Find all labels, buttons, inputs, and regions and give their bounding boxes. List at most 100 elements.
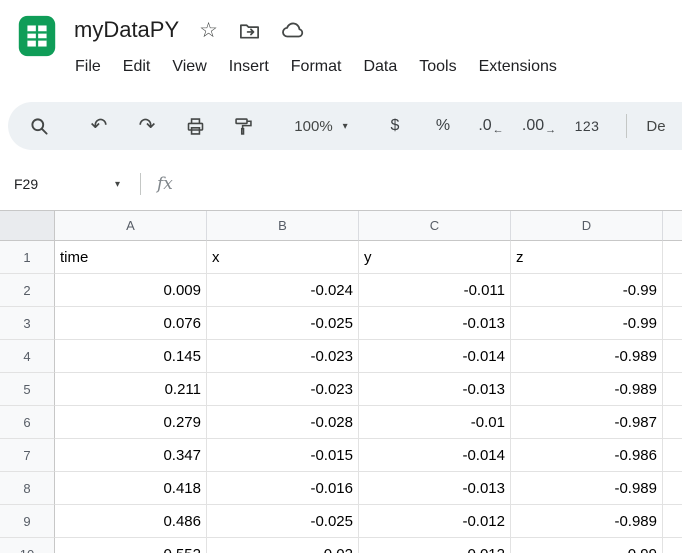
search-icon[interactable] bbox=[20, 108, 58, 144]
cell-c5[interactable]: -0.013 bbox=[359, 373, 511, 406]
cell-c9[interactable]: -0.012 bbox=[359, 505, 511, 538]
cell-a7[interactable]: 0.347 bbox=[55, 439, 207, 472]
cell-c7[interactable]: -0.014 bbox=[359, 439, 511, 472]
print-icon[interactable] bbox=[176, 108, 214, 144]
row-header[interactable]: 9 bbox=[0, 505, 55, 538]
zoom-select[interactable]: 100% ▾ bbox=[282, 108, 360, 144]
cell-d5[interactable]: -0.989 bbox=[511, 373, 663, 406]
row-header[interactable]: 5 bbox=[0, 373, 55, 406]
cell-a1[interactable]: time bbox=[55, 241, 207, 274]
menu-file[interactable]: File bbox=[64, 54, 112, 80]
font-select[interactable]: De bbox=[637, 108, 675, 144]
row-header[interactable]: 6 bbox=[0, 406, 55, 439]
column-header-d[interactable]: D bbox=[511, 211, 663, 241]
format-percent-button[interactable]: % bbox=[424, 108, 462, 144]
menu-data[interactable]: Data bbox=[352, 54, 408, 80]
cell-c8[interactable]: -0.013 bbox=[359, 472, 511, 505]
cell-b6[interactable]: -0.028 bbox=[207, 406, 359, 439]
cell-e8[interactable] bbox=[663, 472, 682, 505]
cloud-saved-icon[interactable] bbox=[281, 18, 305, 42]
cell-d6[interactable]: -0.987 bbox=[511, 406, 663, 439]
cell-d9[interactable]: -0.989 bbox=[511, 505, 663, 538]
row-header[interactable]: 7 bbox=[0, 439, 55, 472]
menu-edit[interactable]: Edit bbox=[112, 54, 162, 80]
cell-c2[interactable]: -0.011 bbox=[359, 274, 511, 307]
zoom-value: 100% bbox=[294, 118, 332, 135]
cell-b8[interactable]: -0.016 bbox=[207, 472, 359, 505]
menu-extensions[interactable]: Extensions bbox=[468, 54, 568, 80]
cell-e4[interactable] bbox=[663, 340, 682, 373]
increase-decimal-button[interactable]: .00 → bbox=[520, 108, 558, 144]
row-header[interactable]: 3 bbox=[0, 307, 55, 340]
column-header-b[interactable]: B bbox=[207, 211, 359, 241]
cell-c6[interactable]: -0.01 bbox=[359, 406, 511, 439]
cell-b10[interactable]: -0.02 bbox=[207, 538, 359, 553]
cell-e3[interactable] bbox=[663, 307, 682, 340]
cell-a2[interactable]: 0.009 bbox=[55, 274, 207, 307]
cell-b9[interactable]: -0.025 bbox=[207, 505, 359, 538]
menu-tools[interactable]: Tools bbox=[408, 54, 467, 80]
cell-c3[interactable]: -0.013 bbox=[359, 307, 511, 340]
cell-e5[interactable] bbox=[663, 373, 682, 406]
cell-d1[interactable]: z bbox=[511, 241, 663, 274]
cell-c1[interactable]: y bbox=[359, 241, 511, 274]
row-header[interactable]: 2 bbox=[0, 274, 55, 307]
table-row: 9 0.486 -0.025 -0.012 -0.989 bbox=[0, 505, 682, 538]
cell-b4[interactable]: -0.023 bbox=[207, 340, 359, 373]
cell-b1[interactable]: x bbox=[207, 241, 359, 274]
cell-e7[interactable] bbox=[663, 439, 682, 472]
chevron-down-icon: ▾ bbox=[115, 179, 120, 190]
menu-format[interactable]: Format bbox=[280, 54, 353, 80]
spreadsheet-grid: A B C D 1 time x y z 2 0.009 -0.024 -0.0… bbox=[0, 210, 682, 553]
column-header-a[interactable]: A bbox=[55, 211, 207, 241]
redo-icon[interactable]: ↷ bbox=[128, 108, 166, 144]
format-currency-button[interactable]: $ bbox=[376, 108, 414, 144]
cell-b2[interactable]: -0.024 bbox=[207, 274, 359, 307]
cell-b7[interactable]: -0.015 bbox=[207, 439, 359, 472]
row-header[interactable]: 10 bbox=[0, 538, 55, 553]
star-icon[interactable]: ☆ bbox=[199, 20, 218, 41]
cell-d3[interactable]: -0.99 bbox=[511, 307, 663, 340]
cell-e2[interactable] bbox=[663, 274, 682, 307]
menu-bar: File Edit View Insert Format Data Tools … bbox=[64, 54, 682, 80]
cell-d10[interactable]: -0.99 bbox=[511, 538, 663, 553]
more-formats-button[interactable]: 123 bbox=[568, 108, 606, 144]
undo-icon[interactable]: ↶ bbox=[80, 108, 118, 144]
cell-c10[interactable]: -0.012 bbox=[359, 538, 511, 553]
menu-view[interactable]: View bbox=[161, 54, 217, 80]
cell-d4[interactable]: -0.989 bbox=[511, 340, 663, 373]
paint-format-icon[interactable] bbox=[224, 108, 262, 144]
menu-insert[interactable]: Insert bbox=[218, 54, 280, 80]
cell-e1[interactable] bbox=[663, 241, 682, 274]
column-header-e[interactable] bbox=[663, 211, 682, 241]
cell-b3[interactable]: -0.025 bbox=[207, 307, 359, 340]
column-header-c[interactable]: C bbox=[359, 211, 511, 241]
name-box[interactable]: F29 ▾ bbox=[0, 169, 132, 199]
cell-a10[interactable]: 0.552 bbox=[55, 538, 207, 553]
cell-b5[interactable]: -0.023 bbox=[207, 373, 359, 406]
table-row: 3 0.076 -0.025 -0.013 -0.99 bbox=[0, 307, 682, 340]
cell-e10[interactable] bbox=[663, 538, 682, 553]
row-header[interactable]: 8 bbox=[0, 472, 55, 505]
google-sheets-logo-icon[interactable] bbox=[14, 13, 60, 59]
cell-a6[interactable]: 0.279 bbox=[55, 406, 207, 439]
cell-a4[interactable]: 0.145 bbox=[55, 340, 207, 373]
cell-a9[interactable]: 0.486 bbox=[55, 505, 207, 538]
select-all-corner[interactable] bbox=[0, 211, 55, 241]
cell-a3[interactable]: 0.076 bbox=[55, 307, 207, 340]
decrease-decimal-button[interactable]: .0 ← bbox=[472, 108, 510, 144]
cell-e6[interactable] bbox=[663, 406, 682, 439]
row-header[interactable]: 1 bbox=[0, 241, 55, 274]
row-header[interactable]: 4 bbox=[0, 340, 55, 373]
cell-a8[interactable]: 0.418 bbox=[55, 472, 207, 505]
cell-e9[interactable] bbox=[663, 505, 682, 538]
cell-a5[interactable]: 0.211 bbox=[55, 373, 207, 406]
document-title[interactable]: myDataPY bbox=[74, 17, 179, 43]
move-to-folder-icon[interactable] bbox=[238, 19, 261, 42]
cell-d8[interactable]: -0.989 bbox=[511, 472, 663, 505]
formula-bar-divider bbox=[140, 173, 141, 195]
top-bar: myDataPY ☆ File Edit View Insert Format … bbox=[0, 0, 682, 96]
cell-c4[interactable]: -0.014 bbox=[359, 340, 511, 373]
cell-d2[interactable]: -0.99 bbox=[511, 274, 663, 307]
cell-d7[interactable]: -0.986 bbox=[511, 439, 663, 472]
